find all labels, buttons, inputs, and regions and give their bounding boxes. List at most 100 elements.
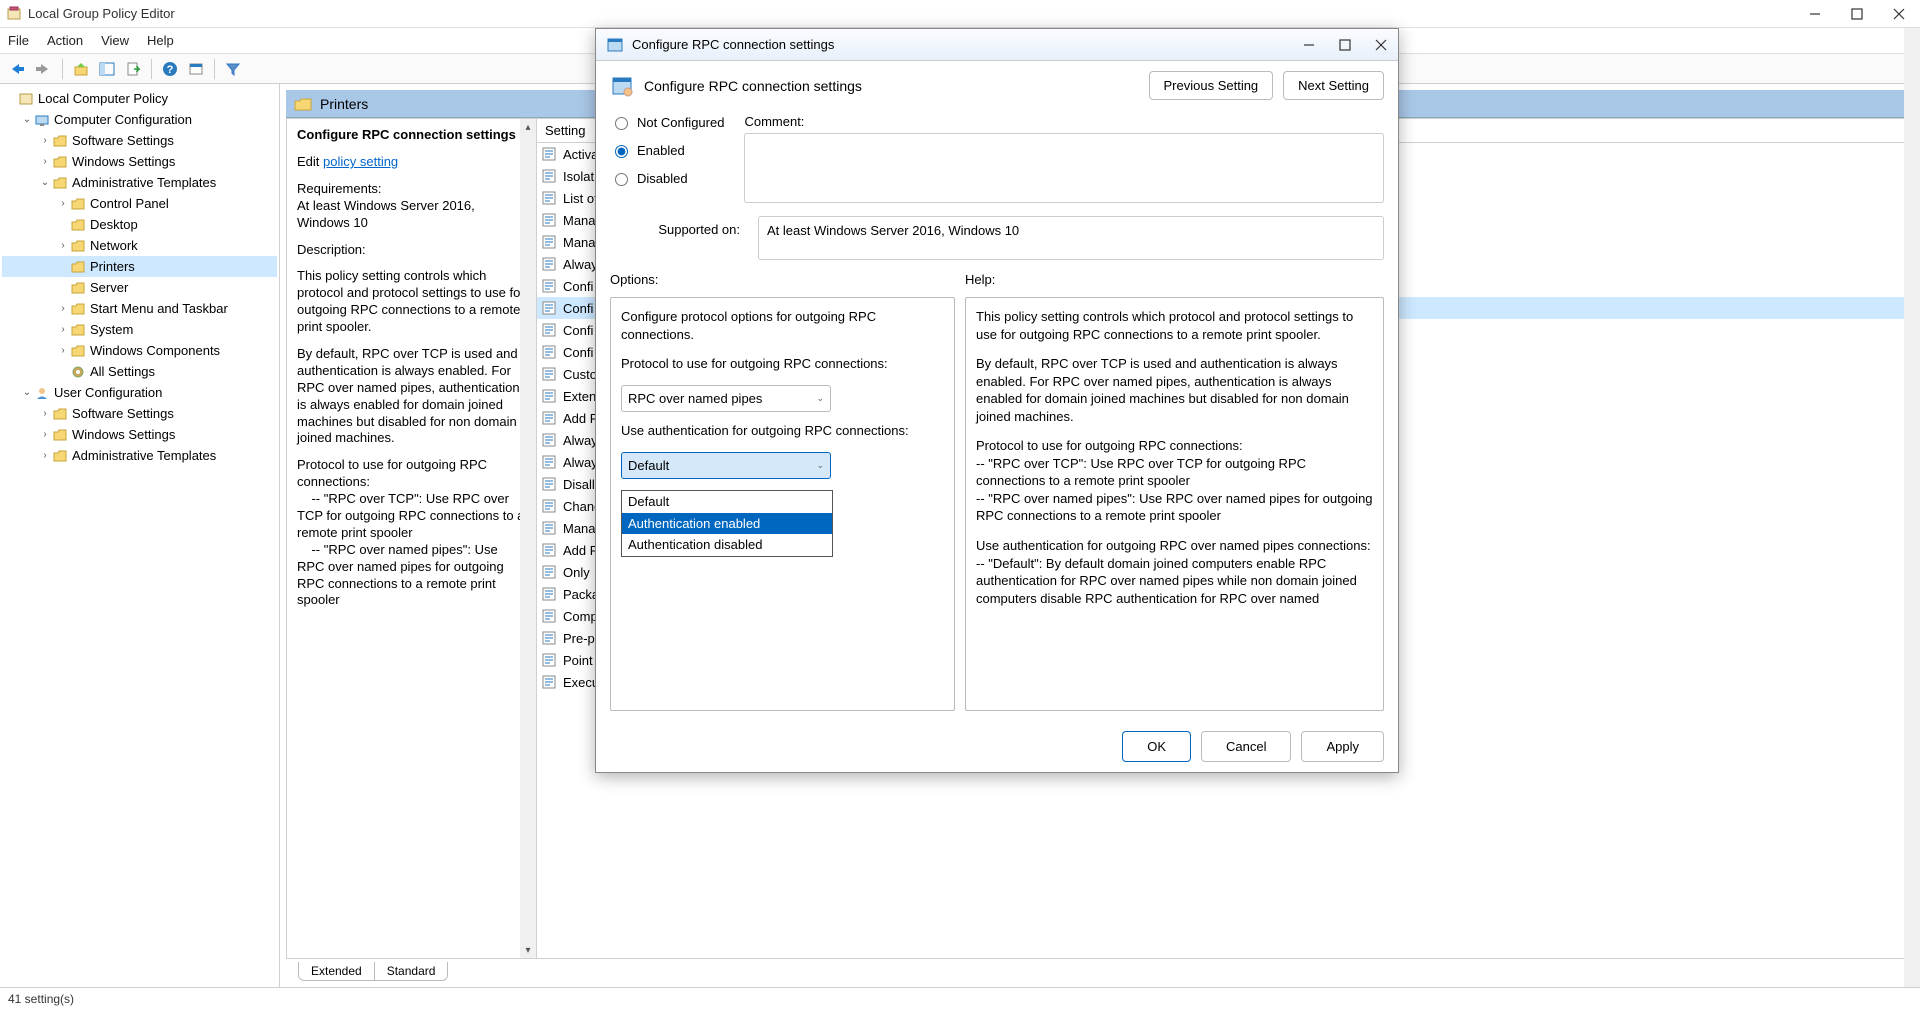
svg-text:?: ? [167,64,174,76]
auth-combo[interactable]: Default ⌄ [621,452,831,480]
comment-textarea[interactable] [744,133,1384,203]
setting-icon [541,322,557,338]
status-bar: 41 setting(s) [0,987,1920,1009]
radio-disabled[interactable]: Disabled [610,170,724,186]
back-button[interactable] [6,57,30,81]
folder-icon [294,96,312,112]
tree-network[interactable]: ›Network [2,235,277,256]
dropdown-item-auth-disabled[interactable]: Authentication disabled [622,534,832,556]
tree-windows-settings[interactable]: ›Windows Settings [2,151,277,172]
edit-policy-link[interactable]: policy setting [323,154,398,169]
tree-windows-components[interactable]: ›Windows Components [2,340,277,361]
supported-on-label: Supported on: [610,216,740,237]
comment-label: Comment: [744,114,804,129]
tree-server[interactable]: Server [2,277,277,298]
setting-icon [541,388,557,404]
protocol-combo[interactable]: RPC over named pipes ⌄ [621,385,831,413]
menu-view[interactable]: View [101,33,129,48]
tree-system[interactable]: ›System [2,319,277,340]
close-button[interactable] [1892,7,1906,21]
dropdown-item-default[interactable]: Default [622,491,832,513]
setting-icon [541,674,557,690]
menu-help[interactable]: Help [147,33,174,48]
setting-icon [541,190,557,206]
setting-icon [541,366,557,382]
tab-standard[interactable]: Standard [374,962,449,981]
tab-extended[interactable]: Extended [298,962,375,981]
chevron-down-icon: ⌄ [816,392,824,404]
cancel-button[interactable]: Cancel [1201,731,1291,762]
minimize-button[interactable] [1808,7,1822,21]
radio-not-configured[interactable]: Not Configured [610,114,724,130]
title-bar: Local Group Policy Editor [0,0,1920,28]
menu-action[interactable]: Action [47,33,83,48]
menu-file[interactable]: File [8,33,29,48]
tree-computer-config[interactable]: ⌄Computer Configuration [2,109,277,130]
status-text: 41 setting(s) [8,992,74,1006]
setting-icon [541,300,557,316]
auth-dropdown-list[interactable]: Default Authentication enabled Authentic… [621,490,833,557]
chevron-down-icon: ⌄ [816,459,824,471]
tree-desktop[interactable]: Desktop [2,214,277,235]
maximize-button[interactable] [1850,7,1864,21]
dropdown-item-auth-enabled[interactable]: Authentication enabled [622,513,832,535]
window-title: Local Group Policy Editor [28,6,1808,21]
setting-icon [541,344,557,360]
setting-icon [541,432,557,448]
tree-all-settings[interactable]: All Settings [2,361,277,382]
tree-user-windows[interactable]: ›Windows Settings [2,424,277,445]
previous-setting-button[interactable]: Previous Setting [1149,71,1274,100]
dialog-maximize-button[interactable] [1338,38,1352,52]
tree-printers[interactable]: Printers [2,256,277,277]
setting-icon [541,168,557,184]
setting-icon [541,608,557,624]
policy-icon [610,74,634,98]
scrollbar[interactable]: ▴ ▾ [520,119,536,958]
forward-button[interactable] [32,57,56,81]
setting-icon [541,146,557,162]
tree-root[interactable]: Local Computer Policy [2,88,277,109]
policy-dialog: Configure RPC connection settings Config… [595,28,1399,773]
setting-icon [541,256,557,272]
setting-icon [541,454,557,470]
dialog-close-button[interactable] [1374,38,1388,52]
next-setting-button[interactable]: Next Setting [1283,71,1384,100]
dialog-title: Configure RPC connection settings [632,37,1302,52]
tree-software-settings[interactable]: ›Software Settings [2,130,277,151]
setting-icon [541,212,557,228]
tree-user-admin[interactable]: ›Administrative Templates [2,445,277,466]
setting-icon [541,234,557,250]
setting-icon [541,520,557,536]
dialog-title-bar[interactable]: Configure RPC connection settings [596,29,1398,61]
radio-enabled[interactable]: Enabled [610,142,724,158]
apply-button[interactable]: Apply [1301,731,1384,762]
setting-icon [541,498,557,514]
tree-pane[interactable]: Local Computer Policy ⌄Computer Configur… [0,84,280,987]
show-hide-tree-icon[interactable] [95,57,119,81]
setting-icon [541,476,557,492]
filter-icon[interactable] [221,57,245,81]
tree-user-software[interactable]: ›Software Settings [2,403,277,424]
up-icon[interactable] [69,57,93,81]
supported-on-text: At least Windows Server 2016, Windows 10 [758,216,1384,260]
description-column: Configure RPC connection settings Edit p… [287,119,537,958]
dialog-header-title: Configure RPC connection settings [644,78,1139,94]
help-icon[interactable]: ? [158,57,182,81]
options-box: Configure protocol options for outgoing … [610,297,955,711]
dialog-minimize-button[interactable] [1302,38,1316,52]
tree-user-config[interactable]: ⌄User Configuration [2,382,277,403]
help-label: Help: [965,272,995,287]
ok-button[interactable]: OK [1122,731,1191,762]
tree-admin-templates[interactable]: ⌄Administrative Templates [2,172,277,193]
tab-strip: Extended Standard [286,959,1914,981]
properties-icon[interactable] [184,57,208,81]
setting-icon [541,630,557,646]
setting-icon [541,542,557,558]
dialog-icon [606,36,624,54]
vertical-scrollbar[interactable] [1904,28,1920,987]
setting-icon [541,278,557,294]
help-box: This policy setting controls which proto… [965,297,1384,711]
tree-start-menu[interactable]: ›Start Menu and Taskbar [2,298,277,319]
export-icon[interactable] [121,57,145,81]
tree-control-panel[interactable]: ›Control Panel [2,193,277,214]
